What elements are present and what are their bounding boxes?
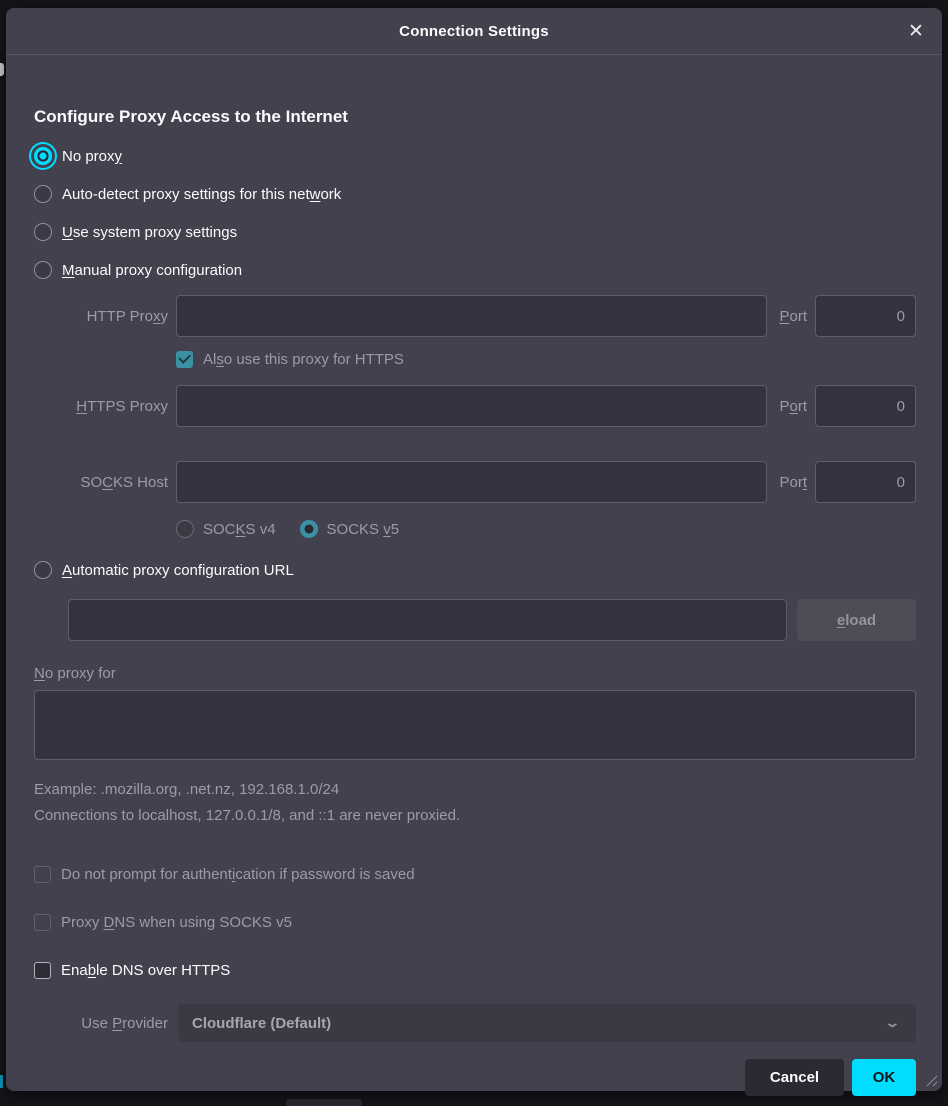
no-prompt-checkbox-row[interactable]: Do not prompt for authentication if pass… xyxy=(34,862,916,886)
https-port-input[interactable] xyxy=(815,385,916,427)
close-icon[interactable]: ✕ xyxy=(902,17,930,45)
ok-button[interactable]: OK xyxy=(852,1059,916,1096)
socks-host-row: SOCKS Host Port xyxy=(34,461,916,503)
provider-selected-value: Cloudflare (Default) xyxy=(192,1015,887,1032)
no-proxy-for-label: No proxy for xyxy=(34,665,916,682)
radio-auto-url[interactable]: Automatic proxy configuration URL xyxy=(34,553,916,587)
radio-use-system[interactable]: Use system proxy settings xyxy=(34,213,916,251)
page-title: Configure Proxy Access to the Internet xyxy=(34,107,916,127)
https-port-label: Port xyxy=(779,398,807,415)
enable-doh-label: Enable DNS over HTTPS xyxy=(61,962,230,979)
radio-auto-detect[interactable]: Auto-detect proxy settings for this netw… xyxy=(34,175,916,213)
radio-no-proxy-label: No proxy xyxy=(62,148,122,165)
radio-icon[interactable] xyxy=(34,185,52,203)
radio-manual-proxy-label: Manual proxy configuration xyxy=(62,262,242,279)
radio-auto-detect-label: Auto-detect proxy settings for this netw… xyxy=(62,186,341,203)
background-accent-sliver xyxy=(0,1075,3,1088)
dialog-body: Configure Proxy Access to the Internet N… xyxy=(6,55,942,1096)
cancel-button[interactable]: Cancel xyxy=(745,1059,844,1096)
socks-port-label: Port xyxy=(779,474,807,491)
auto-url-row: eload xyxy=(68,599,916,641)
dialog-button-row: Cancel OK xyxy=(34,1059,916,1096)
http-port-label: Port xyxy=(779,308,807,325)
background-page-element xyxy=(286,1099,362,1106)
provider-row: Use Provider Cloudflare (Default) ⌄ xyxy=(34,1004,916,1042)
checkbox-icon[interactable] xyxy=(34,914,51,931)
enable-doh-checkbox-row[interactable]: Enable DNS over HTTPS xyxy=(34,958,916,982)
background-page-sliver xyxy=(0,63,4,76)
auto-url-input[interactable] xyxy=(68,599,787,641)
https-proxy-row: HTTPS Proxy Port xyxy=(34,385,916,427)
http-proxy-row: HTTP Proxy Port xyxy=(34,295,916,337)
localhost-note: Connections to localhost, 127.0.0.1/8, a… xyxy=(34,807,916,824)
http-port-input[interactable] xyxy=(815,295,916,337)
checkbox-checked-icon[interactable] xyxy=(176,351,193,368)
dialog-titlebar: Connection Settings ✕ xyxy=(6,8,942,55)
https-proxy-label: HTTPS Proxy xyxy=(34,398,168,415)
reload-button[interactable]: eload xyxy=(797,599,916,641)
radio-selected-icon[interactable] xyxy=(34,147,52,165)
checkbox-icon[interactable] xyxy=(34,962,51,979)
chevron-down-icon: ⌄ xyxy=(884,1015,900,1031)
radio-no-proxy[interactable]: No proxy xyxy=(34,137,916,175)
radio-icon[interactable] xyxy=(34,561,52,579)
socks-host-label: SOCKS Host xyxy=(34,474,168,491)
example-note: Example: .mozilla.org, .net.nz, 192.168.… xyxy=(34,781,916,798)
socks-host-input[interactable] xyxy=(176,461,767,503)
proxy-dns-label: Proxy DNS when using SOCKS v5 xyxy=(61,914,292,931)
also-https-checkbox-row[interactable]: Also use this proxy for HTTPS xyxy=(176,347,916,371)
also-https-label: Also use this proxy for HTTPS xyxy=(203,351,404,368)
checkbox-icon[interactable] xyxy=(34,866,51,883)
use-provider-label: Use Provider xyxy=(34,1015,168,1032)
radio-icon[interactable] xyxy=(34,223,52,241)
socks-v5-label: SOCKS v5 xyxy=(327,521,400,538)
proxy-dns-checkbox-row[interactable]: Proxy DNS when using SOCKS v5 xyxy=(34,910,916,934)
socks-v4-label: SOCKS v4 xyxy=(203,521,276,538)
dialog-title: Connection Settings xyxy=(399,23,549,40)
radio-icon[interactable] xyxy=(34,261,52,279)
no-proxy-for-textarea[interactable] xyxy=(34,690,916,760)
provider-select[interactable]: Cloudflare (Default) ⌄ xyxy=(178,1004,916,1042)
radio-socks-v4[interactable]: SOCKS v4 xyxy=(176,520,276,538)
http-proxy-input[interactable] xyxy=(176,295,767,337)
radio-icon[interactable] xyxy=(176,520,194,538)
socks-version-row: SOCKS v4 SOCKS v5 xyxy=(176,515,916,543)
radio-selected-icon[interactable] xyxy=(300,520,318,538)
http-proxy-label: HTTP Proxy xyxy=(34,308,168,325)
radio-manual-proxy[interactable]: Manual proxy configuration xyxy=(34,251,916,289)
radio-socks-v5[interactable]: SOCKS v5 xyxy=(300,520,400,538)
https-proxy-input[interactable] xyxy=(176,385,767,427)
no-prompt-label: Do not prompt for authentication if pass… xyxy=(61,866,415,883)
connection-settings-dialog: Connection Settings ✕ Configure Proxy Ac… xyxy=(6,8,942,1091)
radio-use-system-label: Use system proxy settings xyxy=(62,224,237,241)
socks-port-input[interactable] xyxy=(815,461,916,503)
radio-auto-url-label: Automatic proxy configuration URL xyxy=(62,562,294,579)
